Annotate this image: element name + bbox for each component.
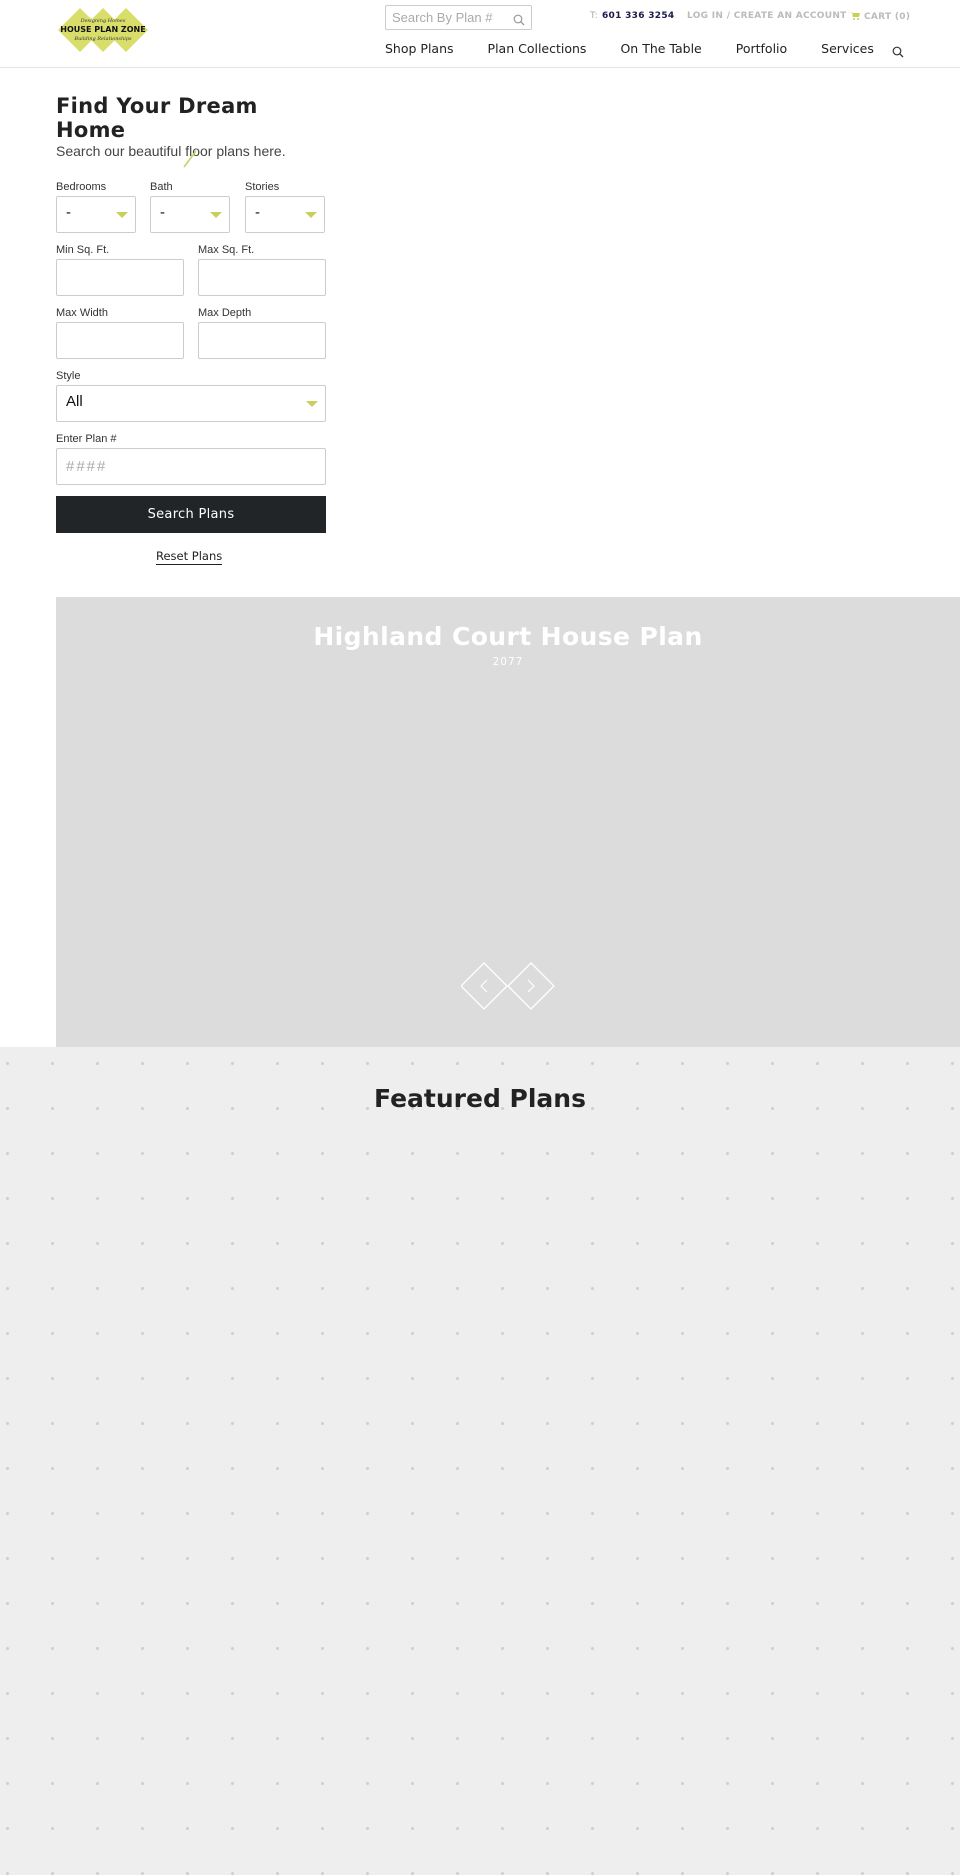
min-sqft-label: Min Sq. Ft. [56,244,110,256]
bedrooms-select[interactable]: - [56,196,136,233]
max-depth-label: Max Depth [198,307,252,319]
search-plans-button[interactable]: Search Plans [56,496,326,533]
chevron-right-icon[interactable] [507,962,555,1010]
slider-arrows [460,962,555,1014]
bath-value: - [160,204,165,221]
nav-plan-collections[interactable]: Plan Collections [488,41,587,56]
featured-plans-section: Featured Plans [0,1047,960,1875]
style-select[interactable]: All [56,385,326,422]
chevron-down-icon [306,401,318,407]
logo-diamonds-icon: Designing Homes HOUSE PLAN ZONE Building… [58,8,148,52]
main-nav: Shop Plans Plan Collections On The Table… [385,41,908,56]
max-sqft-label: Max Sq. Ft. [198,244,255,256]
bedrooms-label: Bedrooms [56,181,107,193]
stories-label: Stories [245,181,280,193]
plan-number-label: Enter Plan # [56,433,117,445]
max-width-input[interactable] [56,322,184,359]
phone-number[interactable]: 601 336 3254 [602,11,675,21]
svg-text:Building Relationships: Building Relationships [73,36,132,42]
style-label: Style [56,370,81,382]
chevron-left-icon[interactable] [460,962,508,1010]
cart-icon [850,11,860,23]
stories-value: - [255,204,260,221]
max-depth-input[interactable] [198,322,326,359]
bedrooms-value: - [66,204,71,221]
nav-search-icon[interactable] [892,43,904,62]
phone-label: T: [590,11,599,21]
featured-plan-slider: Highland Court House Plan 2077 [56,597,960,1047]
plan-number-placeholder: #### [66,458,108,475]
bath-label: Bath [150,181,173,193]
form-title: Find Your Dream Home [56,94,258,142]
max-sqft-input[interactable] [198,259,326,296]
plan-search-input[interactable] [386,6,510,29]
cart-label: CART (0) [864,12,911,22]
svg-text:Designing Homes: Designing Homes [80,18,126,24]
nav-services[interactable]: Services [821,41,874,56]
header-search [385,5,532,30]
plan-number-input[interactable]: #### [56,448,326,485]
cart-link[interactable]: CART (0) [850,11,910,23]
slide-plan-number: 2077 [492,656,524,668]
nav-shop-plans[interactable]: Shop Plans [385,41,454,56]
site-header: Designing Homes HOUSE PLAN ZONE Building… [0,0,960,68]
reset-plans-link[interactable]: Reset Plans [156,549,223,565]
svg-text:HOUSE PLAN ZONE: HOUSE PLAN ZONE [60,25,145,34]
nav-on-the-table[interactable]: On The Table [620,41,701,56]
slash-divider-icon [182,150,198,172]
search-icon[interactable] [513,11,525,30]
bath-select[interactable]: - [150,196,230,233]
chevron-down-icon [210,212,222,218]
login-link[interactable]: LOG IN / CREATE AN ACCOUNT [687,11,847,21]
stories-select[interactable]: - [245,196,325,233]
min-sqft-input[interactable] [56,259,184,296]
chevron-down-icon [305,212,317,218]
plan-search-form: Find Your Dream Home Search our beautifu… [56,94,326,565]
max-width-label: Max Width [56,307,108,319]
slide-title[interactable]: Highland Court House Plan [56,622,960,651]
site-logo[interactable]: Designing Homes HOUSE PLAN ZONE Building… [58,8,148,52]
featured-plans-title: Featured Plans [374,1084,586,1113]
style-value: All [66,393,83,410]
chevron-down-icon [116,212,128,218]
nav-portfolio[interactable]: Portfolio [736,41,787,56]
